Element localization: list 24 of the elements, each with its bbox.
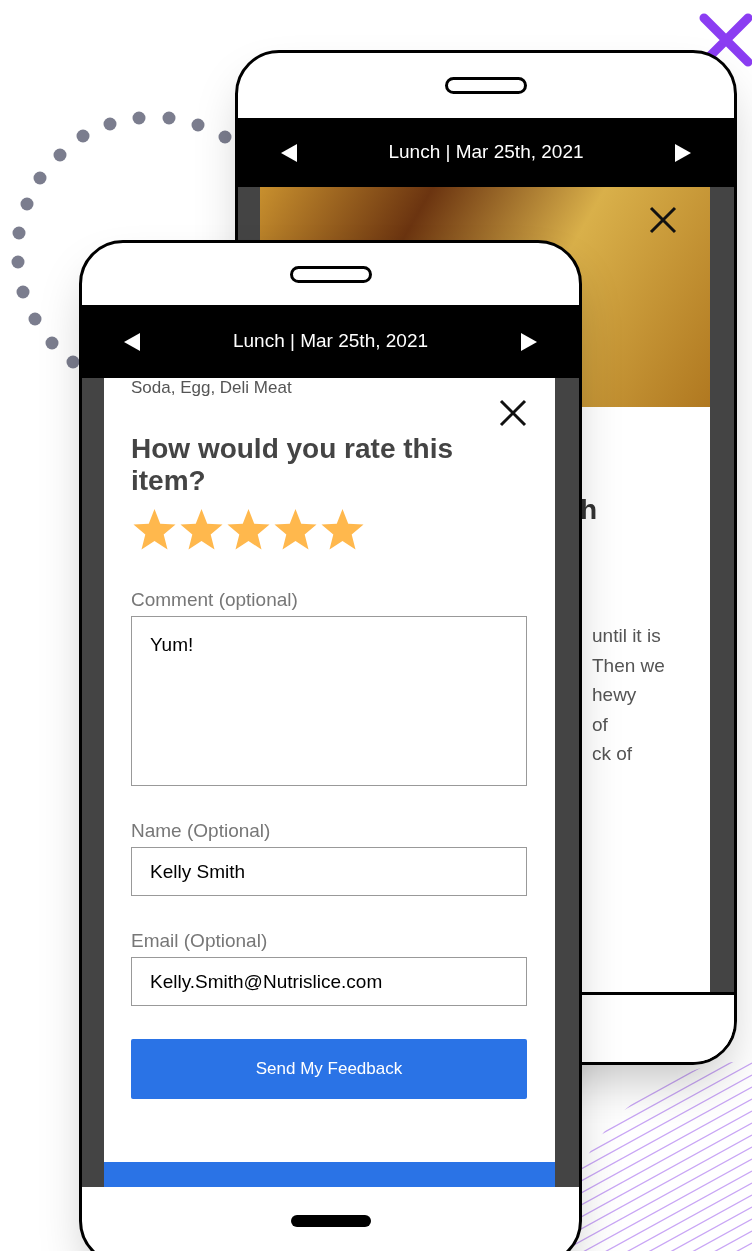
header-title: Lunch | Mar 25th, 2021 [388,140,584,165]
name-field[interactable]: Kelly Smith [131,847,527,896]
previous-arrow-icon[interactable] [124,332,140,351]
description-line: ck of [592,742,633,766]
description-line: hewy [592,683,637,707]
field-label: Email (Optional) [131,930,268,952]
comment-field[interactable]: Yum! [131,616,527,786]
cross-drawing [698,12,752,68]
field-label: Comment (optional) [131,589,298,611]
field-label: Name (Optional) [131,820,271,842]
email-field[interactable]: Kelly.Smith@Nutrislice.com [131,957,527,1006]
next-arrow-icon[interactable] [521,332,537,351]
description-line: Then we [592,653,665,678]
ingredients-text: Soda, Egg, Deli Meat [131,378,292,398]
send-feedback-button[interactable]: Send My Feedback [131,1039,527,1099]
heading-text: h [580,493,598,527]
close-icon[interactable] [649,206,677,234]
next-arrow-icon[interactable] [675,143,691,162]
close-icon[interactable] [499,399,527,427]
description-line: until it is [592,624,661,648]
question-text: How would you rate this item? [131,433,454,497]
description-line: of [592,712,608,737]
previous-arrow-icon[interactable] [281,143,297,162]
header-title: Lunch | Mar 25th, 2021 [232,329,429,354]
